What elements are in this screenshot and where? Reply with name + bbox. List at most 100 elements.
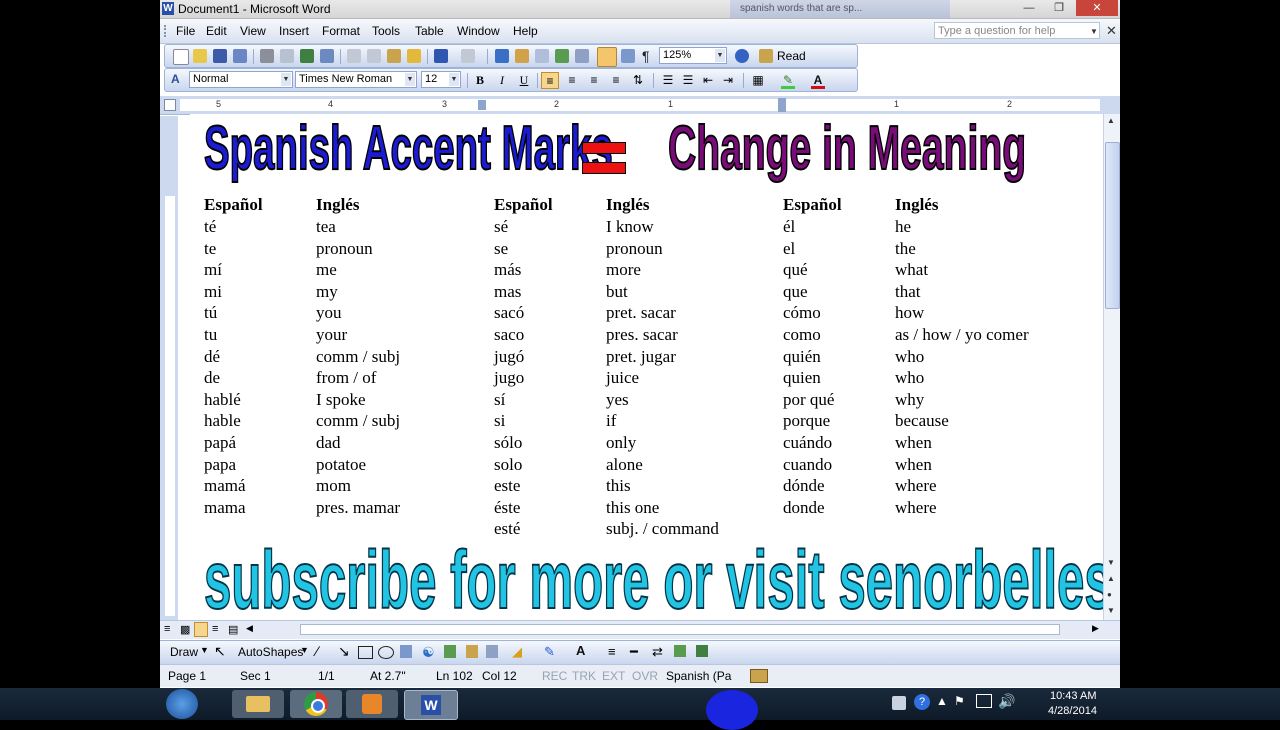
autoshapes-dropdown-icon[interactable]: ▼ xyxy=(300,645,309,655)
decrease-indent-icon[interactable]: ⇤ xyxy=(699,72,717,89)
research-icon[interactable] xyxy=(320,49,334,63)
status-ovr[interactable]: OVR xyxy=(632,669,658,683)
help-icon[interactable] xyxy=(735,49,749,63)
select-browse-object-icon[interactable]: ● xyxy=(1107,590,1112,599)
bold-button[interactable]: B xyxy=(471,72,489,89)
menu-format[interactable]: Format xyxy=(322,24,360,38)
cut-icon[interactable] xyxy=(347,49,361,63)
clock-date[interactable]: 4/28/2014 xyxy=(1048,705,1097,717)
paste-icon[interactable] xyxy=(387,49,401,63)
drawing-icon[interactable] xyxy=(597,47,617,67)
status-language[interactable]: Spanish (Pa xyxy=(666,669,731,683)
dash-style-icon[interactable]: ━ xyxy=(630,644,638,660)
horizontal-scrollbar[interactable] xyxy=(300,624,1060,635)
next-page-icon[interactable]: ▼ xyxy=(1107,606,1115,615)
scroll-down-icon[interactable]: ▼ xyxy=(1107,558,1115,567)
volume-icon[interactable]: 🔊 xyxy=(998,693,1015,710)
style-select[interactable]: Normal ▼ xyxy=(189,71,293,88)
wordart-icon[interactable]: ☯ xyxy=(422,644,435,661)
restore-icon[interactable]: ❐ xyxy=(1046,0,1072,16)
borders-icon[interactable]: ▦ xyxy=(749,72,767,89)
menu-view[interactable]: View xyxy=(240,24,266,38)
word-doc-icon[interactable]: W xyxy=(162,2,174,15)
menu-file[interactable]: File xyxy=(176,24,195,38)
permission-icon[interactable] xyxy=(233,49,247,63)
web-view-icon[interactable]: ▩ xyxy=(180,623,190,636)
media-player-task-icon[interactable] xyxy=(346,690,398,718)
line-color-icon[interactable]: ✎ xyxy=(544,644,555,660)
tab-stop-marker[interactable] xyxy=(478,100,486,110)
status-rec[interactable]: REC xyxy=(542,669,567,683)
line-style-icon[interactable]: ≡ xyxy=(608,644,616,659)
menu-window[interactable]: Window xyxy=(457,24,500,38)
zoom-select[interactable]: 125% ▼ xyxy=(659,47,727,64)
align-right-icon[interactable]: ≡ xyxy=(585,72,603,89)
font-color-draw-icon[interactable]: A xyxy=(576,643,585,658)
format-painter-icon[interactable] xyxy=(407,49,421,63)
insert-table-icon[interactable] xyxy=(535,49,549,63)
columns-icon[interactable] xyxy=(575,49,589,63)
vertical-scrollbar[interactable]: ▲ ▼ ▲ ● ▼ xyxy=(1103,114,1120,622)
status-ext[interactable]: EXT xyxy=(602,669,625,683)
insert-excel-icon[interactable] xyxy=(555,49,569,63)
menu-tools[interactable]: Tools xyxy=(372,24,400,38)
read-button[interactable]: Read xyxy=(777,49,806,63)
indent-marker[interactable] xyxy=(778,98,786,112)
bullets-icon[interactable]: ☰ xyxy=(679,72,697,89)
font-size-select[interactable]: 12 ▼ xyxy=(421,71,461,88)
scroll-left-icon[interactable]: ◀ xyxy=(246,623,253,634)
word-task-icon[interactable]: W xyxy=(404,690,458,720)
line-icon[interactable]: ∕ xyxy=(316,643,318,659)
prev-page-icon[interactable]: ▲ xyxy=(1107,574,1115,583)
tables-borders-icon[interactable] xyxy=(515,49,529,63)
keyboard-tray-icon[interactable] xyxy=(892,696,906,710)
undo-icon[interactable] xyxy=(434,49,448,63)
clock-time[interactable]: 10:43 AM xyxy=(1050,690,1096,702)
styles-icon[interactable]: A xyxy=(171,72,180,86)
print-layout-view-icon[interactable] xyxy=(194,622,208,637)
close-icon[interactable]: ✕ xyxy=(1076,0,1118,16)
minimize-icon[interactable]: — xyxy=(1016,0,1042,16)
align-center-icon[interactable]: ≡ xyxy=(563,72,581,89)
redo-icon[interactable] xyxy=(461,49,475,63)
increase-indent-icon[interactable]: ⇥ xyxy=(719,72,737,89)
line-spacing-icon[interactable]: ⇅ xyxy=(629,72,647,89)
explorer-task-icon[interactable] xyxy=(232,690,284,718)
status-trk[interactable]: TRK xyxy=(572,669,596,683)
open-icon[interactable] xyxy=(193,49,207,63)
help-dropdown-icon[interactable]: ▼ xyxy=(1090,27,1098,36)
italic-button[interactable]: I xyxy=(493,72,511,89)
copy-icon[interactable] xyxy=(367,49,381,63)
justify-icon[interactable]: ≡ xyxy=(607,72,625,89)
hyperlink-icon[interactable] xyxy=(495,49,509,63)
tab-selector-icon[interactable] xyxy=(164,99,176,111)
spelling-icon[interactable] xyxy=(300,49,314,63)
show-hide-icon[interactable]: ¶ xyxy=(642,48,650,64)
tray-expand-icon[interactable]: ▲ xyxy=(936,694,948,708)
scroll-thumb[interactable] xyxy=(1105,142,1120,309)
normal-view-icon[interactable]: ≡ xyxy=(164,623,170,635)
clipart-icon[interactable] xyxy=(466,645,478,658)
3d-style-icon[interactable] xyxy=(696,645,708,657)
diagram-icon[interactable] xyxy=(444,645,456,658)
print-icon[interactable] xyxy=(260,49,274,63)
underline-button[interactable]: U xyxy=(515,72,533,89)
fill-color-icon[interactable]: ◢ xyxy=(512,644,522,660)
background-browser-tab[interactable]: spanish words that are sp... xyxy=(730,0,950,18)
action-center-icon[interactable]: ⚑ xyxy=(954,694,965,708)
rectangle-icon[interactable] xyxy=(358,646,373,659)
reading-view-icon[interactable]: ▤ xyxy=(228,623,238,636)
print-preview-icon[interactable] xyxy=(280,49,294,63)
menu-edit[interactable]: Edit xyxy=(206,24,227,38)
draw-menu[interactable]: Draw xyxy=(170,645,198,659)
help-tray-icon[interactable]: ? xyxy=(914,694,930,710)
start-button-icon[interactable] xyxy=(166,689,198,719)
shadow-style-icon[interactable] xyxy=(674,645,686,657)
oval-icon[interactable] xyxy=(378,646,394,659)
arrow-icon[interactable]: ↘ xyxy=(338,643,350,660)
menu-help[interactable]: Help xyxy=(513,24,538,38)
document-page[interactable]: Spanish Accent Marks Change in Meaning E… xyxy=(190,114,1103,622)
vertical-ruler[interactable] xyxy=(160,116,178,620)
doc-close-icon[interactable]: ✕ xyxy=(1106,23,1117,39)
read-icon[interactable] xyxy=(759,49,773,63)
